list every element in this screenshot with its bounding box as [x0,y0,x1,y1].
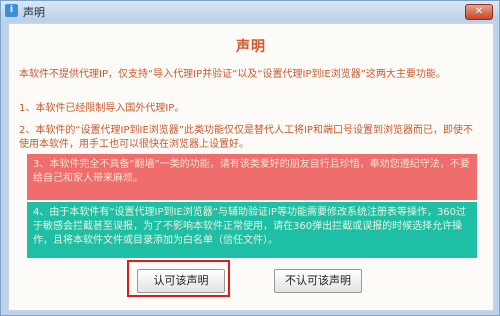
statement-heading: 声明 [236,39,266,55]
window-title: 声明 [23,6,45,19]
statement-dialog: i 声明 ✕ 声明 本软件不提供代理IP，仅支持“导入代理IP并验证”以及“设置… [0,0,500,316]
statement-item-2: 2、本软件的“设置代理IP到IE浏览器”此类功能仅仅是替代人工将IP和端口号设置… [19,125,473,150]
statement-panel: 声明 本软件不提供代理IP，仅支持“导入代理IP并验证”以及“设置代理IP到IE… [8,23,494,311]
statement-item-1: 1、本软件已经限制导入国外代理IP。 [19,103,185,114]
app-icon: i [5,4,18,17]
close-icon[interactable]: ✕ [465,4,493,20]
statement-intro: 本软件不提供代理IP，仅支持“导入代理IP并验证”以及“设置代理IP到IE浏览器… [19,69,446,80]
title-bar[interactable]: i 声明 ✕ [1,1,499,21]
statement-item-4-notice: 4、由于本软件有“设置代理IP到IE浏览器”与辅助验证IP等功能需要修改系统注册… [27,202,477,258]
statement-item-3-notice: 3、本软件完全不具备“翻墙”一类的功能，请有该类爱好的朋友自行且珍惜，奉劝您遵纪… [27,154,477,200]
accept-statement-button[interactable]: 认可该声明 [137,269,225,293]
decline-statement-button[interactable]: 不认可该声明 [274,269,362,293]
